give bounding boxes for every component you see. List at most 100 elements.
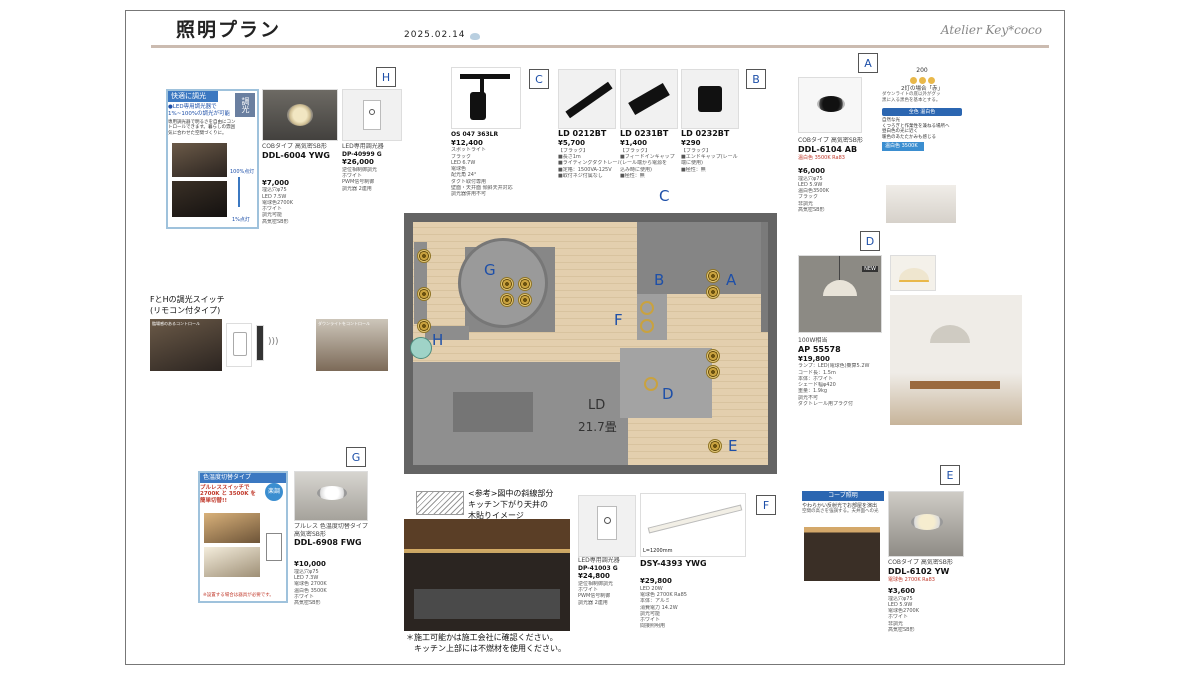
light-dot-icon — [918, 76, 926, 84]
h-model: DDL-6004 YWG — [262, 150, 330, 160]
e-info-card: コーブ照明 やわらかい反射光でお部屋を演出 空間の高さを強調する。天井面への光 — [802, 491, 884, 601]
tag-a: A — [858, 53, 878, 73]
spec-line: 調光器 2連用 — [342, 185, 372, 192]
b3-model: LD 0232BT — [681, 129, 730, 138]
e-model: DDL-6102 YW — [888, 566, 950, 576]
linear-light-icon — [647, 504, 743, 534]
tag-b: B — [746, 69, 766, 89]
plan-label-b: B — [654, 271, 665, 289]
end-cap-icon — [698, 86, 722, 112]
brand-logo: Atelier Key*coco — [940, 23, 1042, 37]
light-dot-icon — [909, 76, 917, 84]
spotlight-marker — [640, 319, 654, 333]
a-sub: COBタイプ 高気密SB形 — [798, 137, 863, 144]
spec-line: 高気密SB形 — [888, 626, 915, 633]
downlight-marker — [706, 269, 720, 283]
h-info-body2: 専用調光器で明るさを自由にコントロールできます。暮らしの雰囲気に合わせた空間づく… — [168, 119, 236, 136]
pull-switch-icon — [266, 533, 282, 561]
c-model: OS 047 363LR — [451, 131, 499, 138]
h-pct-bottom: 1%点灯 — [232, 217, 250, 223]
b1-card: LD 0212BT ¥5,700 【ブラック】 ■長さ1m ■ライティングダクト… — [558, 129, 620, 189]
e-price: ¥3,600 — [888, 586, 916, 595]
e-cove-photo — [804, 527, 880, 581]
f-switch-model: DP-41003 G — [578, 564, 618, 572]
e-sub: COBタイプ 高気密SB形 — [888, 559, 953, 566]
g-sub: プルレス 色温度切替タイプ 高気密SB形 — [294, 523, 368, 538]
spotlight-marker — [640, 301, 654, 315]
h-switch-price: ¥26,000 — [342, 158, 374, 166]
spec-line: ダクトレール用プラグ付 — [798, 400, 854, 407]
b2-model: LD 0231BT — [620, 129, 669, 138]
tag-h: H — [376, 67, 396, 87]
light-dot-icon — [927, 76, 935, 84]
spec-line: 調光器 2連用 — [578, 599, 608, 606]
h-switch-model: DP-40999 G — [342, 150, 382, 158]
spec-line: 高気密SB形 — [262, 218, 289, 225]
a-pill-text2: 昼白色の光に近く 暖色のあたたかみも感じる — [882, 129, 936, 140]
plan-label-g: G — [484, 261, 496, 279]
spec-line: 高気密SB形 — [294, 600, 321, 606]
bird-icon — [470, 33, 480, 40]
plan-label-a: A — [726, 271, 737, 289]
a-downlight-photo — [798, 77, 862, 133]
h-info-head: 快適に調光 — [168, 91, 218, 102]
b2-price: ¥1,400 — [620, 139, 648, 147]
switch-plate-icon — [233, 332, 247, 356]
a-pill-row: 全色 温白色 — [882, 107, 962, 116]
fh-room-photo-1: 臨場感のあるコントロール — [150, 319, 222, 371]
fh-switch-note: FとHの調光スイッチ (リモコン付タイプ) — [150, 295, 225, 315]
f-price: ¥29,800 — [640, 577, 672, 585]
g-card: プルレス 色温度切替タイプ 高気密SB形 DDL-6908 FWG ¥10,00… — [294, 523, 374, 651]
pendant-marker — [644, 377, 658, 391]
e-info-head: コーブ照明 — [802, 491, 884, 501]
ld-label: LD — [588, 398, 606, 413]
b3-endcap-photo — [681, 69, 739, 129]
black-downlight-icon — [817, 96, 845, 112]
h-switch-card: LED専用調光器 DP-40999 G ¥26,000 逆位相制御調光 ホワイト… — [342, 143, 402, 203]
plan-label-d: D — [662, 385, 674, 403]
area-label: 21.7畳 — [578, 420, 617, 434]
d-dining-photo — [890, 295, 1022, 425]
c-spotlight-card: OS 047 363LR ¥12,400 スポットライト ブラック LED 6.… — [451, 131, 527, 211]
floor-plan: LD 21.7畳 G B A F H D E — [404, 213, 777, 474]
fh-label-1: 臨場感のあるコントロール — [152, 321, 200, 326]
h-pct-top: 100%点灯 — [230, 169, 255, 175]
d-spec-list: ランプ：LED(電球色)乗算5.2W コード長：1.5m 本体：ホワイト シェー… — [798, 363, 886, 407]
downlight-marker — [518, 277, 532, 291]
b1-price: ¥5,700 — [558, 139, 586, 147]
spec-line: ■極性：無 — [681, 166, 706, 173]
construction-note: ＊施工可能かは施工会社に確認ください。 キッチン上部には不燃材を使用ください。 — [406, 633, 566, 653]
downlight-marker — [500, 293, 514, 307]
downlight-marker — [708, 439, 722, 453]
d-sub: 100W相当 — [798, 337, 828, 344]
h-spec-list: 埋込穴φ75 LED 7.5W 電球色2700K ホワイト 調光可能 高気密SB… — [262, 187, 338, 225]
d-shade-photo — [890, 255, 936, 291]
downlight-icon — [317, 486, 347, 500]
f-switch-spec-list: 逆位相制御調光 ホワイト PWM信号制御 調光器 2連用 — [578, 581, 636, 606]
rail-icon — [565, 81, 613, 119]
remote-control-icon — [256, 325, 264, 361]
b1-spec-list: 【ブラック】 ■長さ1m ■ライティングダクトレール ■定格：1500VA-12… — [558, 148, 620, 179]
g-easy-badge: 楽調 — [265, 483, 283, 501]
a-pill2: 温白色 — [920, 108, 936, 115]
d-model: AP 55578 — [798, 344, 841, 354]
tag-c: C — [529, 69, 549, 89]
f-switch-sub: LED専用調光器 — [578, 557, 620, 564]
feedin-cap-icon — [628, 82, 670, 116]
downlight-marker — [706, 349, 720, 363]
floor-lamp-marker — [410, 337, 432, 359]
b1-rail-photo — [558, 69, 616, 129]
a-pill3: 温白色 3500K — [882, 142, 924, 151]
h-switch-sub: LED専用調光器 — [342, 143, 384, 150]
pendant-icon — [823, 280, 857, 296]
spec-line: ■極性：無 — [620, 172, 645, 179]
c-spotlight-photo — [451, 67, 521, 129]
f-length: L=1200mm — [643, 548, 673, 554]
g-warm-photo — [204, 513, 260, 543]
a-pill1: 全色 — [908, 108, 919, 115]
remote-switch-photo — [226, 323, 252, 367]
f-switch-photo — [578, 495, 636, 557]
b2-spec-list: 【ブラック】 ■フィードインキャップ (レール端から電源を 込み時に使用) ■極… — [620, 148, 680, 179]
a-room-photo — [886, 185, 956, 223]
h-switch-photo — [342, 89, 402, 141]
